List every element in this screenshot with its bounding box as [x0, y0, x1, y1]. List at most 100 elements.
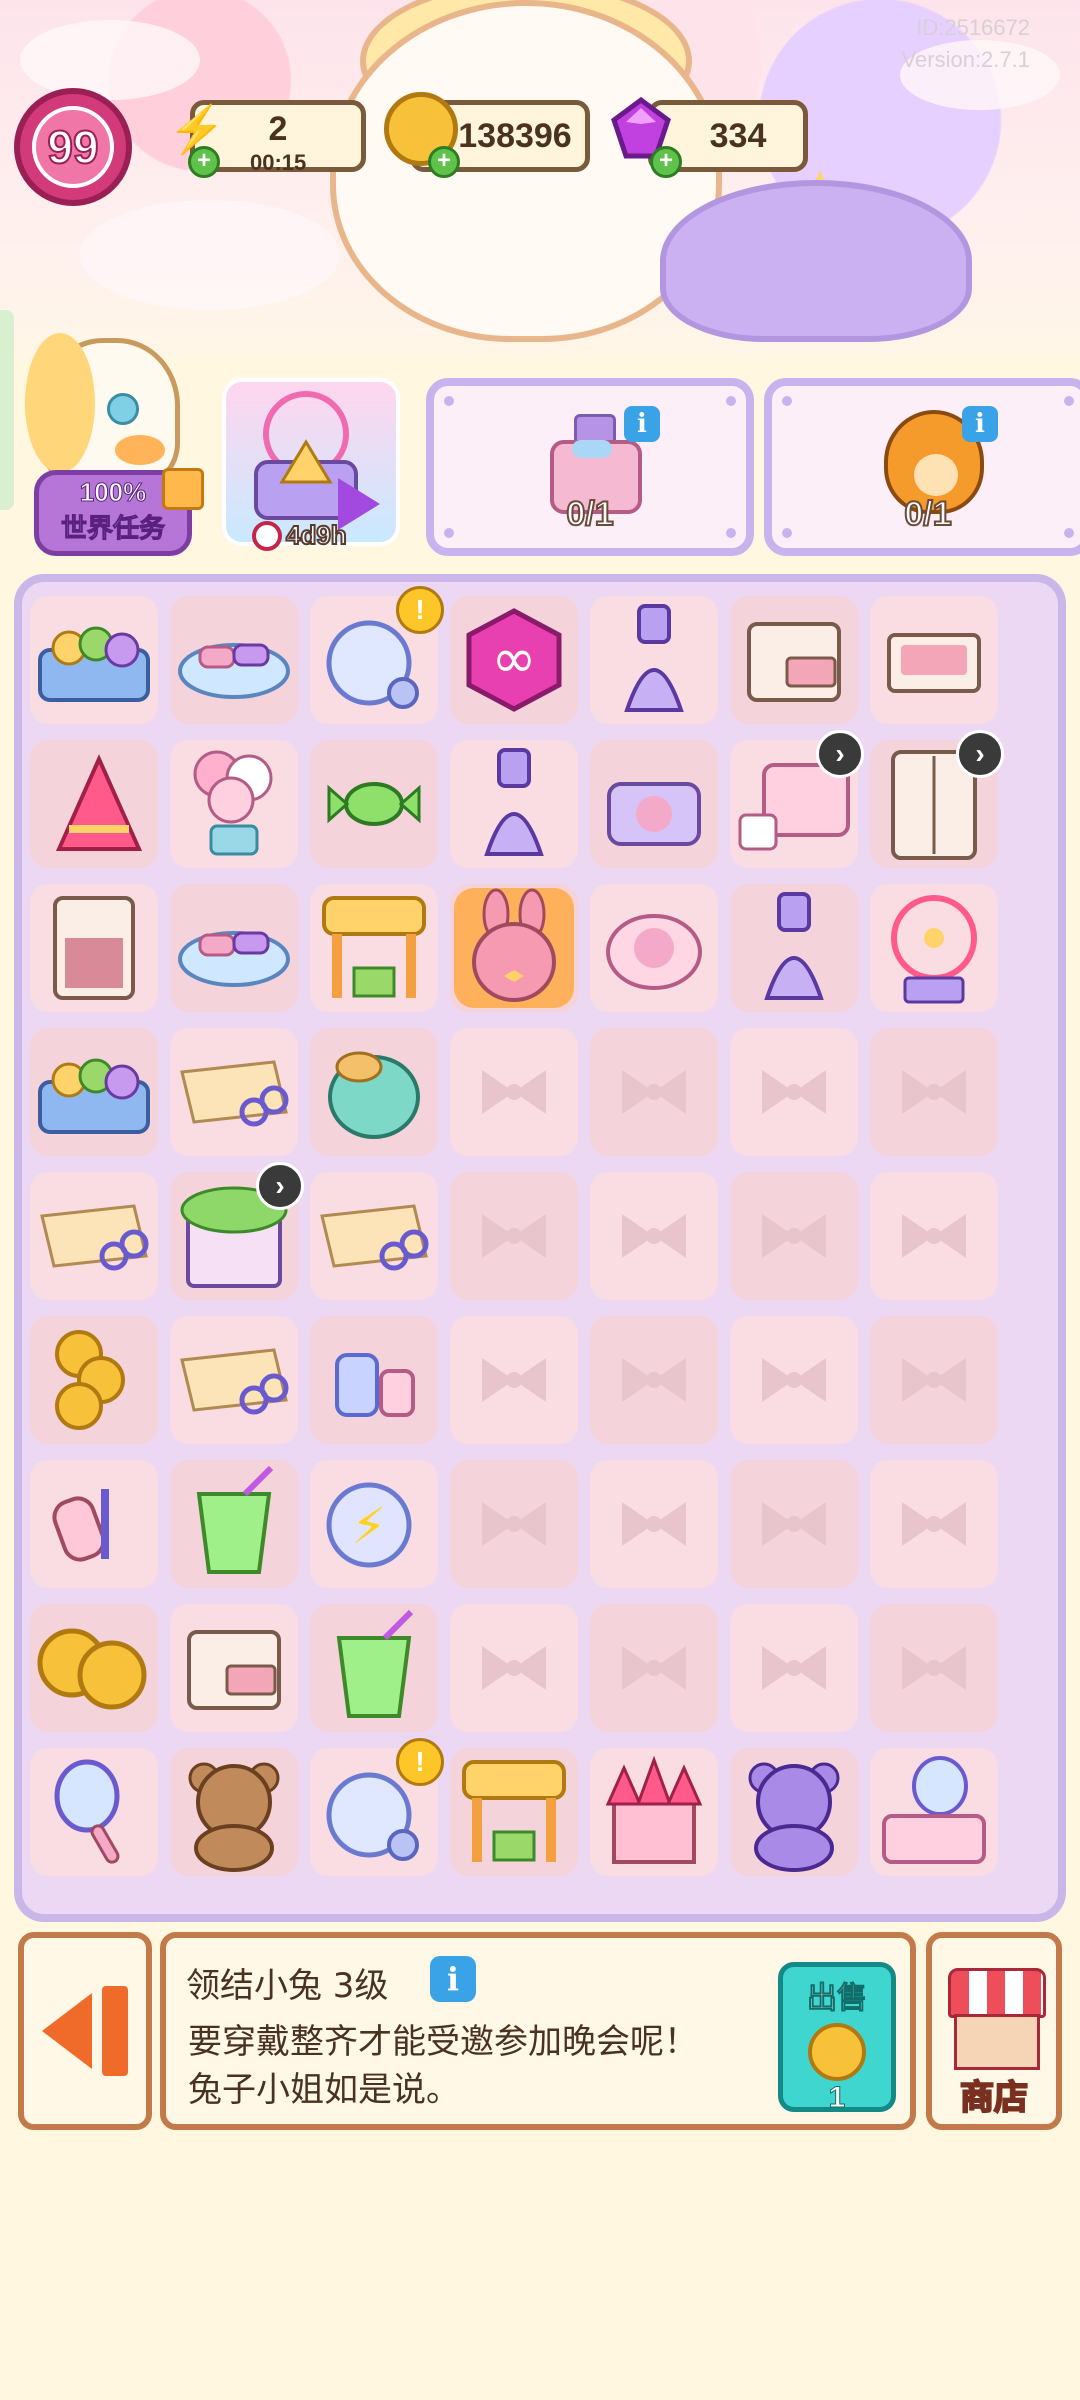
pink-bunny-plush-item[interactable]	[450, 884, 578, 1012]
coin-stack-item[interactable]	[30, 1316, 158, 1444]
infinity-hexagon-item[interactable]: ∞	[450, 596, 578, 724]
balloon-bundle-item[interactable]	[170, 740, 298, 868]
board-cell[interactable]	[590, 1460, 718, 1588]
board-cell[interactable]	[450, 884, 578, 1012]
board-cell[interactable]	[870, 596, 998, 724]
board-cell[interactable]	[450, 1460, 578, 1588]
board-cell[interactable]: !	[310, 586, 444, 724]
paper-scissors-item[interactable]	[30, 1172, 158, 1300]
board-cell[interactable]	[730, 596, 858, 724]
macaron-box-item[interactable]	[590, 884, 718, 1012]
ticket-booth-item[interactable]	[310, 884, 438, 1012]
green-candy-item[interactable]	[310, 740, 438, 868]
board-cell[interactable]	[310, 1604, 438, 1732]
board-cell[interactable]	[30, 1172, 158, 1300]
board-cell[interactable]	[310, 884, 438, 1012]
board-cell[interactable]	[870, 1028, 998, 1156]
sell-button[interactable]: 出售 1	[778, 1962, 896, 2115]
paper-scissors-item[interactable]	[310, 1172, 438, 1300]
order-card-1[interactable]: i 0/1	[426, 378, 754, 556]
board-cell[interactable]	[310, 740, 438, 868]
party-hat-item[interactable]	[30, 740, 158, 868]
board-cell[interactable]	[170, 1748, 298, 1876]
board-cell[interactable]	[590, 596, 718, 724]
board-cell[interactable]	[590, 1028, 718, 1156]
board-cell[interactable]	[450, 1028, 578, 1156]
board-cell[interactable]	[590, 1316, 718, 1444]
item-info-button[interactable]: i	[430, 1956, 476, 2002]
candy-box-item[interactable]	[30, 1028, 158, 1156]
board-cell[interactable]	[870, 884, 998, 1012]
board-cell[interactable]	[870, 1604, 998, 1732]
open-drawer-item[interactable]	[870, 596, 998, 724]
green-drink-item[interactable]	[170, 1460, 298, 1588]
ticket-booth-item[interactable]	[450, 1748, 578, 1876]
board-cell[interactable]	[170, 1604, 298, 1732]
candy-plate-item[interactable]	[170, 884, 298, 1012]
board-cell[interactable]	[730, 1604, 858, 1732]
order-info-button[interactable]: i	[962, 406, 998, 442]
board-cell[interactable]	[310, 1172, 438, 1300]
board-cell[interactable]: !	[310, 1738, 444, 1876]
big-coins-item[interactable]	[30, 1604, 158, 1732]
board-cell[interactable]	[730, 1316, 858, 1444]
board-cell[interactable]	[730, 1028, 858, 1156]
board-cell[interactable]	[730, 884, 858, 1012]
board-cell[interactable]	[450, 740, 578, 868]
board-cell[interactable]: ›	[870, 730, 1004, 868]
side-drawer-handle[interactable]	[0, 310, 14, 510]
board-cell[interactable]	[30, 884, 158, 1012]
board-cell[interactable]	[30, 596, 158, 724]
makeup-compact-item[interactable]	[590, 740, 718, 868]
board-cell[interactable]	[30, 1460, 158, 1588]
paper-scissors-item[interactable]	[170, 1028, 298, 1156]
board-cell[interactable]	[170, 1460, 298, 1588]
board-cell[interactable]: ⚡	[310, 1460, 438, 1588]
board-cell[interactable]	[590, 1172, 718, 1300]
teal-seal-plush-item[interactable]	[310, 1028, 438, 1156]
board-cell[interactable]	[310, 1316, 438, 1444]
order-info-button[interactable]: i	[624, 406, 660, 442]
ferris-wheel-item[interactable]	[870, 884, 998, 1012]
lotion-bottles-item[interactable]	[310, 1316, 438, 1444]
board-cell[interactable]	[870, 1460, 998, 1588]
energy-jar-item[interactable]: ⚡	[310, 1460, 438, 1588]
board-cell[interactable]	[450, 1172, 578, 1300]
purple-dress-item[interactable]	[590, 596, 718, 724]
board-cell[interactable]	[730, 1460, 858, 1588]
paper-scissors-item[interactable]	[170, 1316, 298, 1444]
board-cell[interactable]	[170, 884, 298, 1012]
add-gems-button[interactable]: +	[650, 146, 682, 178]
board-cell[interactable]: ∞	[450, 596, 578, 724]
board-cell[interactable]	[30, 1028, 158, 1156]
board-cell[interactable]	[170, 740, 298, 868]
purple-dress-item[interactable]	[450, 740, 578, 868]
candy-box-item[interactable]	[30, 596, 158, 724]
candy-plate-item[interactable]	[170, 596, 298, 724]
lint-roller-item[interactable]	[30, 1460, 158, 1588]
board-cell[interactable]: ›	[730, 730, 864, 868]
board-cell[interactable]	[450, 1604, 578, 1732]
order-card-2[interactable]: i 0/1	[764, 378, 1080, 556]
board-cell[interactable]	[870, 1316, 998, 1444]
board-cell[interactable]	[590, 1604, 718, 1732]
board-cell[interactable]	[870, 1748, 998, 1876]
brown-bear-plush-item[interactable]	[170, 1748, 298, 1876]
board-cell[interactable]	[310, 1028, 438, 1156]
purple-bear-plush-item[interactable]	[730, 1748, 858, 1876]
board-cell[interactable]	[730, 1748, 858, 1876]
hand-mirror-item[interactable]	[30, 1748, 158, 1876]
exit-button[interactable]	[18, 1932, 152, 2130]
board-cell[interactable]	[590, 884, 718, 1012]
board-cell[interactable]	[170, 1316, 298, 1444]
vanity-table-item[interactable]	[870, 1748, 998, 1876]
shop-button[interactable]: 商店	[926, 1932, 1062, 2130]
add-energy-button[interactable]: +	[188, 146, 220, 178]
board-cell[interactable]	[170, 1028, 298, 1156]
board-cell[interactable]: ›	[170, 1162, 304, 1300]
board-cell[interactable]	[30, 740, 158, 868]
board-cell[interactable]	[30, 1604, 158, 1732]
board-cell[interactable]	[870, 1172, 998, 1300]
board-cell[interactable]	[450, 1316, 578, 1444]
board-cell[interactable]	[450, 1748, 578, 1876]
